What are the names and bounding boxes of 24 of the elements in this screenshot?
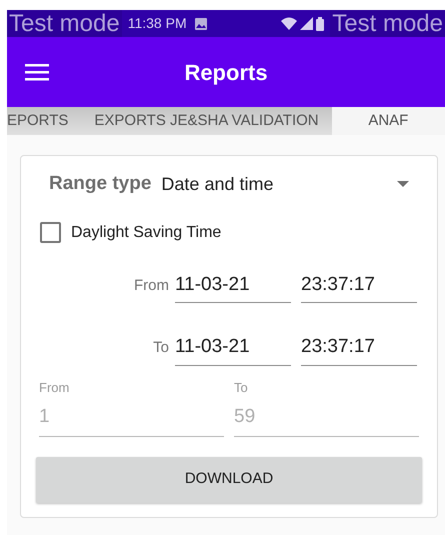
image-icon bbox=[194, 18, 207, 30]
range-label: From bbox=[134, 276, 169, 296]
time-field[interactable]: 23:37:17 bbox=[301, 333, 417, 366]
signal-icon bbox=[300, 17, 314, 30]
status-time: 11:38 PM bbox=[128, 14, 187, 33]
number-field-label: To bbox=[234, 378, 249, 396]
date-field[interactable]: 11-03-21 bbox=[175, 270, 291, 303]
wifi-icon bbox=[281, 17, 298, 30]
tab[interactable]: EXPORTS JE&SHA VALIDATION bbox=[81, 107, 332, 135]
test-mode-label: Test mode bbox=[7, 10, 122, 37]
range-label: To bbox=[153, 338, 169, 358]
date-field[interactable]: 11-03-21 bbox=[175, 333, 291, 366]
daylight-saving-checkbox[interactable]: Daylight Saving Time bbox=[40, 220, 437, 244]
number-field-label: From bbox=[39, 378, 70, 396]
test-mode-label: Test mode bbox=[330, 10, 445, 37]
time-field[interactable]: 23:37:17 bbox=[301, 270, 417, 303]
menu-icon[interactable] bbox=[25, 64, 49, 80]
tab[interactable]: EPORTS bbox=[7, 107, 82, 135]
dropdown-caret-icon bbox=[397, 181, 409, 188]
range-type-dropdown[interactable]: Range type Date and time bbox=[49, 170, 409, 198]
app-bar-title: Reports bbox=[184, 58, 268, 87]
download-button[interactable]: DOWNLOAD bbox=[36, 456, 422, 502]
battery-icon bbox=[316, 16, 324, 30]
tab[interactable]: ANAF bbox=[332, 107, 445, 135]
